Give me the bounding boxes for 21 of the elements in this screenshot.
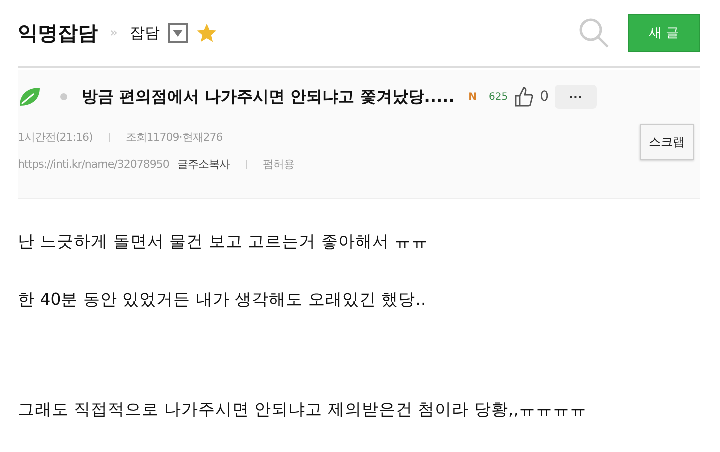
board-title[interactable]: 익명잡담 [18,20,98,46]
post-title: 방금 편의점에서 나가주시면 안되냐고 쫓겨났당..... [82,86,455,108]
breadcrumb-separator: » [110,26,118,40]
dropdown-icon[interactable] [168,23,188,43]
new-label: N [468,92,478,102]
bullet-dot-icon [60,93,68,101]
body-paragraph: 한 40분 동안 있었거든 내가 생각해도 오래있긴 했당.. [18,289,428,311]
thumbs-up-icon[interactable] [514,86,534,108]
body-paragraph: 난 느긋하게 돌면서 물건 보고 고르는거 좋아해서 ㅠㅠ [18,231,430,253]
scrap-button[interactable]: 스크랩 [640,124,694,160]
permission-label: 펌허용 [262,157,294,172]
comment-count: 625 [489,92,508,102]
view-count: 조회11709·현재276 [126,130,223,145]
more-button[interactable]: ··· [555,85,598,109]
star-icon[interactable] [196,22,218,44]
category-label[interactable]: 잡담 [130,24,160,42]
copy-link[interactable]: 글주소복사 [177,157,230,172]
like-count: 0 [540,89,550,105]
body-paragraph: 그래도 직접적으로 나가주시면 안되냐고 제의받은건 첨이라 당황,,ㅠㅠㅠㅠ [18,399,588,421]
post-url: https://inti.kr/name/32078950 [18,158,170,171]
post-time: 1시간전(21:16) [18,130,93,145]
